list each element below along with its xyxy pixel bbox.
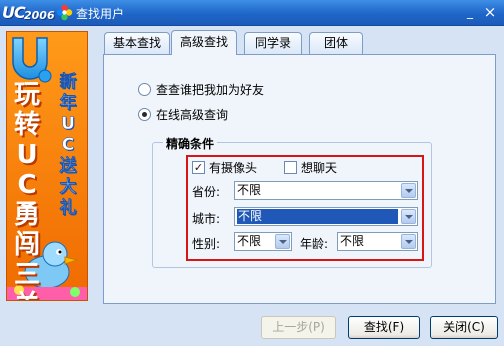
banner-text-main: 玩转UC勇闯三关 [13, 80, 40, 300]
close-window-button[interactable]: × [482, 4, 498, 20]
city-select[interactable]: 不限 [234, 207, 418, 226]
chevron-down-icon[interactable] [401, 234, 416, 249]
chevron-down-icon[interactable] [401, 209, 416, 224]
checkbox-has-camera[interactable]: ✓ 有摄像头 [192, 160, 257, 175]
tab-label: 基本查找 [112, 36, 161, 50]
logo-year: 2006 [24, 9, 55, 22]
close-icon: × [483, 3, 497, 21]
radio-button-selected[interactable] [138, 107, 151, 121]
province-value: 不限 [237, 183, 262, 197]
banner-text-side: 新年UC送大礼 [59, 72, 77, 218]
close-button[interactable]: 关闭(C) [430, 316, 498, 339]
logo-text: UC [2, 3, 26, 22]
radio-online-advanced[interactable]: 在线高级查询 [138, 106, 228, 122]
tab-label: 高级查找 [179, 35, 228, 49]
checkbox-label: 想聊天 [301, 161, 338, 175]
age-value: 不限 [340, 234, 365, 248]
uc-logo: UC 2006 [2, 2, 73, 24]
search-label: 查找(F) [363, 320, 405, 334]
gender-value: 不限 [237, 234, 262, 248]
tab-classmates[interactable]: 同学录 [244, 32, 302, 54]
tab-basic-search[interactable]: 基本查找 [104, 32, 170, 54]
age-select[interactable]: 不限 [337, 232, 418, 251]
minimize-icon: _ [467, 5, 473, 19]
close-label: 关闭(C) [443, 320, 485, 334]
window-title: 查找用户 [76, 7, 125, 21]
city-value: 不限 [237, 209, 398, 224]
flower-icon [56, 4, 73, 21]
radio-who-added-me[interactable]: 查查谁把我加为好友 [138, 81, 264, 97]
title-bar: UC 2006 查找用户 _ × [0, 0, 504, 26]
tab-label: 团体 [323, 36, 348, 50]
radio-button[interactable] [138, 82, 151, 96]
radio-label: 在线高级查询 [156, 107, 229, 122]
checkbox-unchecked[interactable] [284, 161, 297, 174]
radio-label: 查查谁把我加为好友 [156, 82, 265, 97]
prev-step-button[interactable]: 上一步(P) [261, 316, 336, 339]
checkbox-want-chat[interactable]: 想聊天 [284, 160, 337, 175]
prev-step-label: 上一步(P) [272, 320, 325, 334]
advanced-search-panel: 查查谁把我加为好友 在线高级查询 精确条件 [103, 54, 496, 304]
promo-banner[interactable]: 玩转UC勇闯三关 新年UC送大礼 [6, 31, 88, 301]
search-button[interactable]: 查找(F) [348, 316, 420, 339]
checkbox-checked[interactable]: ✓ [192, 161, 205, 174]
chevron-down-icon[interactable] [401, 183, 416, 198]
tab-advanced-search[interactable]: 高级查找 [171, 30, 237, 55]
province-select[interactable]: 不限 [234, 181, 418, 200]
chevron-down-icon[interactable] [275, 234, 290, 249]
tab-groups[interactable]: 团体 [309, 32, 363, 54]
checkbox-label: 有摄像头 [209, 161, 258, 175]
minimize-button[interactable]: _ [462, 4, 478, 20]
criteria-group-title: 精确条件 [163, 135, 218, 152]
gender-select[interactable]: 不限 [234, 232, 292, 251]
tab-label: 同学录 [254, 36, 291, 50]
